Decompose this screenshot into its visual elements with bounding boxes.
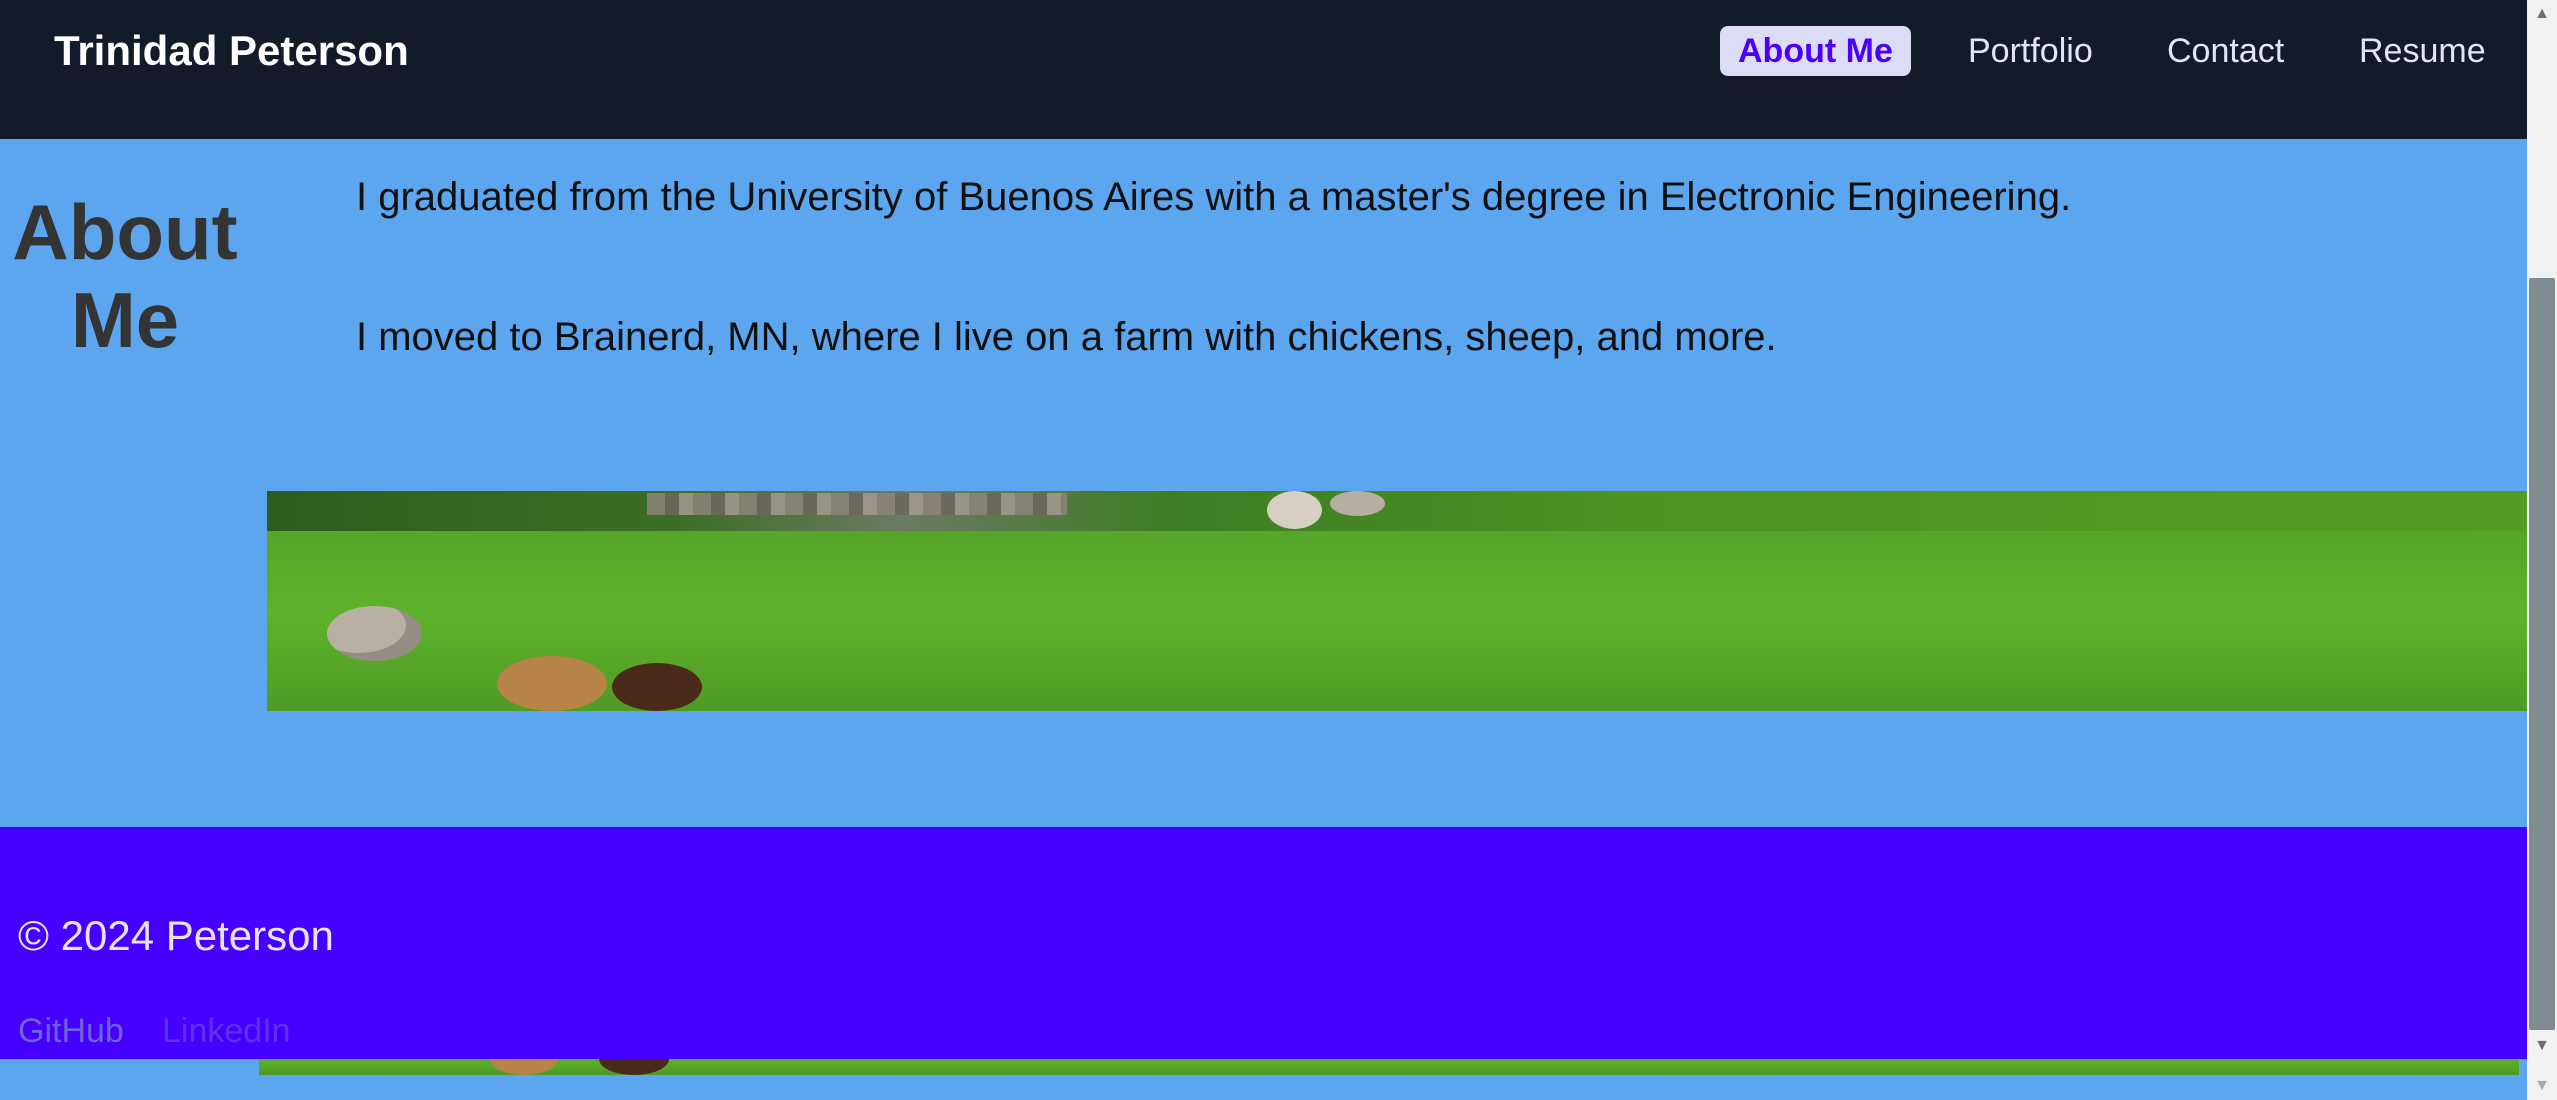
sheep-image-part	[1267, 491, 1322, 529]
nav-about-me[interactable]: About Me	[1720, 26, 1911, 76]
site-footer: © 2024 Peterson GitHub LinkedIn	[0, 827, 2527, 1059]
chevron-down-icon[interactable]: ▼	[2527, 1032, 2557, 1060]
about-paragraph-farm: I moved to Brainerd, MN, where I live on…	[356, 315, 1777, 359]
page-viewport: Trinidad Peterson About Me Portfolio Con…	[0, 0, 2557, 1100]
site-brand: Trinidad Peterson	[54, 27, 409, 74]
chevron-down-icon[interactable]: ▼	[2527, 1072, 2557, 1100]
nav-portfolio[interactable]: Portfolio	[1968, 26, 2093, 76]
about-paragraph-education: I graduated from the University of Bueno…	[356, 175, 2072, 219]
sheep-image-part	[1330, 491, 1385, 516]
tree-line	[267, 491, 2527, 531]
sheep-image-part	[327, 606, 422, 661]
linkedin-link[interactable]: LinkedIn	[162, 1011, 291, 1051]
copyright-text: © 2024 Peterson	[18, 912, 334, 959]
sheep-image-part	[497, 656, 607, 711]
nav-contact[interactable]: Contact	[2167, 26, 2284, 76]
top-navbar: Trinidad Peterson About Me Portfolio Con…	[0, 0, 2527, 139]
vertical-scrollbar[interactable]: ▲ ▼ ▼	[2527, 0, 2557, 1100]
stone-wall	[647, 493, 1067, 515]
chevron-up-icon[interactable]: ▲	[2527, 0, 2557, 28]
farm-photo	[267, 491, 2527, 711]
scrollbar-thumb[interactable]	[2529, 278, 2555, 1030]
nav-resume[interactable]: Resume	[2359, 26, 2486, 76]
about-title: About Me	[12, 188, 238, 364]
sheep-image-part	[612, 663, 702, 711]
github-link[interactable]: GitHub	[18, 1011, 124, 1051]
